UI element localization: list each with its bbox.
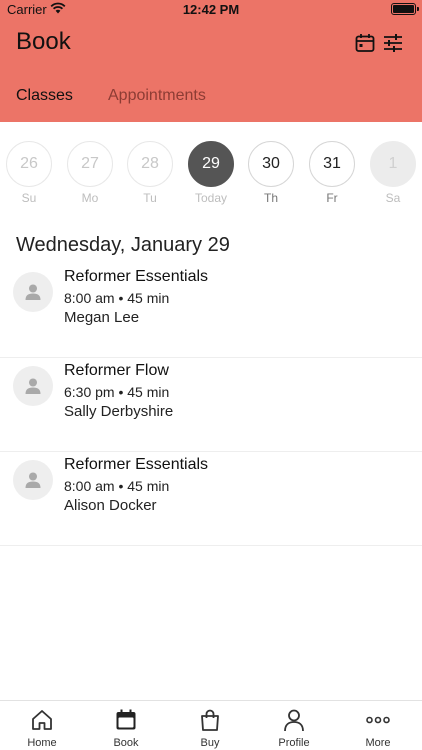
shopping-bag-icon <box>201 709 219 731</box>
status-time: 12:42 PM <box>182 2 240 17</box>
day-number: 26 <box>6 141 52 187</box>
header: Carrier 12:42 PM Book Classes Appointmen… <box>0 0 422 122</box>
status-bar: Carrier 12:42 PM <box>0 0 422 20</box>
tabbar-item-home[interactable]: Home <box>0 701 84 750</box>
class-time: 8:00 am • 45 min <box>64 290 170 306</box>
class-list-item[interactable]: Reformer Essentials 8:00 am • 45 min Ali… <box>0 452 422 546</box>
calendar-icon[interactable] <box>355 33 375 53</box>
day-button-today[interactable]: 29 Today <box>187 141 235 205</box>
day-number: 28 <box>127 141 173 187</box>
class-instructor: Alison Docker <box>64 497 157 514</box>
day-label: Today <box>194 191 228 205</box>
tab-appointments[interactable]: Appointments <box>108 87 206 105</box>
person-placeholder-icon <box>25 378 41 394</box>
battery-icon <box>391 3 419 15</box>
bottom-tab-bar: Home Book Buy Profile More <box>0 700 422 750</box>
home-icon <box>32 710 52 730</box>
day-button-tue[interactable]: 28 Tu <box>126 141 174 205</box>
class-instructor: Megan Lee <box>64 309 140 326</box>
class-instructor: Sally Derbyshire <box>64 403 174 420</box>
day-button-thu[interactable]: 30 Th <box>247 141 295 205</box>
avatar <box>13 366 53 406</box>
tabbar-item-profile[interactable]: Profile <box>252 701 336 750</box>
class-time: 6:30 pm • 45 min <box>64 384 170 400</box>
day-number: 1 <box>370 141 416 187</box>
tabbar-label: Book <box>113 737 139 749</box>
person-placeholder-icon <box>25 472 41 488</box>
day-button-sun[interactable]: 26 Su <box>5 141 53 205</box>
day-number: 30 <box>248 141 294 187</box>
avatar <box>13 272 53 312</box>
filter-sliders-icon[interactable] <box>383 33 403 53</box>
more-dots-icon <box>366 716 390 724</box>
class-list-item[interactable]: Reformer Flow 6:30 pm • 45 min Sally Der… <box>0 358 422 452</box>
day-label: Th <box>263 191 278 205</box>
tabbar-item-more[interactable]: More <box>336 701 420 750</box>
page-title: Book <box>16 28 71 55</box>
person-placeholder-icon <box>25 284 41 300</box>
tabbar-label: Profile <box>278 737 310 749</box>
person-icon <box>284 709 304 732</box>
class-name: Reformer Flow <box>64 362 169 379</box>
day-number: 27 <box>67 141 113 187</box>
tabbar-label: Home <box>27 737 57 749</box>
calendar-icon <box>116 709 136 730</box>
tab-classes[interactable]: Classes <box>16 87 73 105</box>
day-number: 29 <box>188 141 234 187</box>
class-time: 8:00 am • 45 min <box>64 478 170 494</box>
day-button-sat[interactable]: 1 Sa <box>369 141 417 205</box>
class-name: Reformer Essentials <box>64 268 209 285</box>
day-label: Su <box>21 191 37 205</box>
day-label: Sa <box>385 191 401 205</box>
avatar <box>13 460 53 500</box>
tabbar-item-book[interactable]: Book <box>84 701 168 750</box>
schedule-date-heading: Wednesday, January 29 <box>16 234 230 256</box>
day-label: Tu <box>143 191 157 205</box>
tabbar-label: Buy <box>200 737 220 749</box>
date-strip: 26 Su 27 Mo 28 Tu 29 Today 30 Th 31 Fr 1… <box>0 141 422 211</box>
tabbar-item-buy[interactable]: Buy <box>168 701 252 750</box>
day-button-mon[interactable]: 27 Mo <box>66 141 114 205</box>
day-label: Fr <box>326 191 338 205</box>
day-button-fri[interactable]: 31 Fr <box>308 141 356 205</box>
class-name: Reformer Essentials <box>64 456 209 473</box>
tabbar-label: More <box>365 737 391 749</box>
day-number: 31 <box>309 141 355 187</box>
class-list-item[interactable]: Reformer Essentials 8:00 am • 45 min Meg… <box>0 264 422 358</box>
day-label: Mo <box>81 191 99 205</box>
